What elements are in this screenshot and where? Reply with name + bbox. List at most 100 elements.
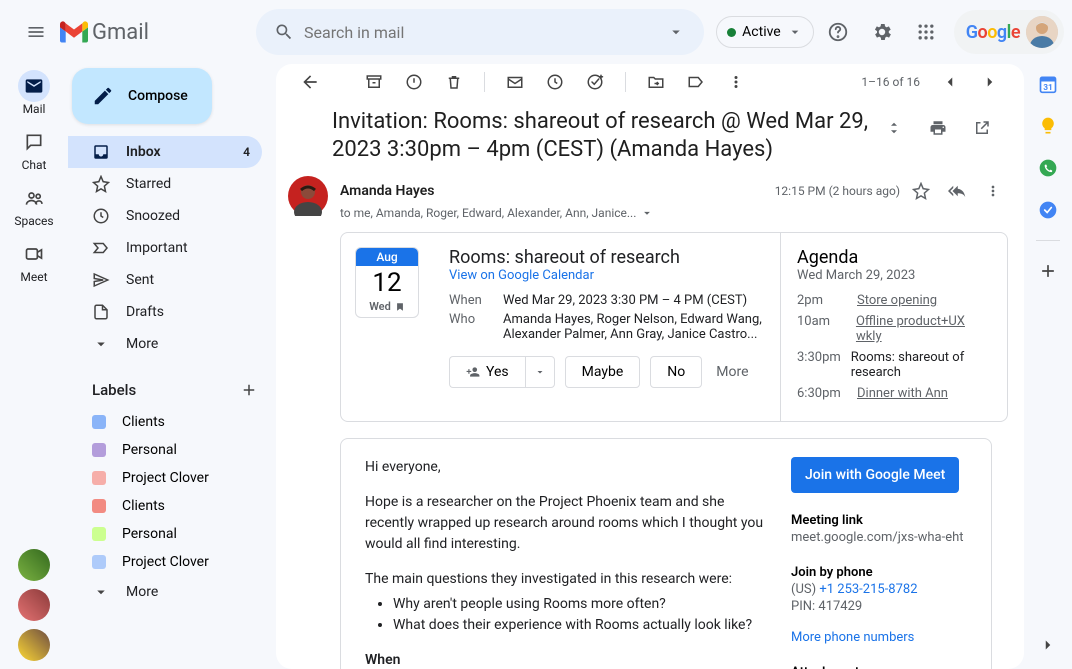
agenda-entry[interactable]: Offline product+UX wkly [856,314,991,344]
snooze-button[interactable] [537,64,573,100]
more-vert-icon [727,73,745,91]
star-icon [912,182,930,200]
delete-button[interactable] [436,64,472,100]
back-button[interactable] [292,64,328,100]
more-phone-link[interactable]: More phone numbers [791,630,975,645]
support-button[interactable] [818,12,858,52]
status-label: Active [742,24,781,40]
search-bar[interactable] [256,9,704,55]
search-input[interactable] [304,23,656,42]
label-item[interactable]: Project Clover [68,548,276,576]
move-button[interactable] [638,64,674,100]
print-icon [929,119,947,137]
main-menu-button[interactable] [16,12,56,52]
nav-sent[interactable]: Sent [68,264,262,296]
star-icon [92,175,110,193]
gmail-logo[interactable]: Gmail [60,20,256,45]
join-meet-button[interactable]: Join with Google Meet [791,457,959,493]
next-page-button[interactable] [972,64,1008,100]
join-phone-label: Join by phone [791,565,975,580]
hide-sidepanel-button[interactable] [1036,633,1060,657]
presence-avatar-3[interactable] [18,629,50,661]
compose-button[interactable]: Compose [72,68,212,124]
popout-button[interactable] [964,110,1000,146]
status-dot-icon [727,28,736,37]
clock-icon [92,207,110,225]
calendar-addon[interactable]: 31 [1036,72,1060,96]
caret-down-icon[interactable] [640,206,654,220]
presence-avatar-2[interactable] [18,589,50,621]
print-button[interactable] [920,110,956,146]
nav-more[interactable]: More [68,328,262,360]
rsvp-more[interactable]: More [716,364,748,380]
rsvp-maybe-button[interactable]: Maybe [565,356,641,388]
keep-addon[interactable] [1036,114,1060,138]
label-item[interactable]: Clients [68,492,276,520]
unfold-icon [885,119,903,137]
attachments-label: Attachments [791,665,975,669]
arrow-left-icon [300,72,320,92]
settings-button[interactable] [862,12,902,52]
meeting-link[interactable]: meet.google.com/jxs-wha-eht [791,530,975,545]
status-chip[interactable]: Active [716,16,814,48]
rail-spaces[interactable]: Spaces [0,180,68,230]
agenda-entry[interactable]: Dinner with Ann [857,386,948,401]
add-label-button[interactable] [240,381,258,399]
phone-pin: PIN: 417429 [791,599,975,614]
search-icon[interactable] [264,12,304,52]
drafts-icon [92,303,110,321]
message-more-button[interactable] [978,176,1008,206]
event-who: Amanda Hayes, Roger Nelson, Edward Wang,… [503,312,764,342]
email-subject: Invitation: Rooms: shareout of research … [332,108,876,164]
presence-avatar-1[interactable] [18,549,50,581]
more-vert-icon [985,183,1001,199]
nav-inbox[interactable]: Inbox 4 [68,136,262,168]
phone-number[interactable]: +1 253-215-8782 [819,582,917,597]
expand-collapse-button[interactable] [876,110,912,146]
star-message-button[interactable] [906,176,936,206]
archive-button[interactable] [356,64,392,100]
agenda-date: Wed March 29, 2023 [797,268,991,283]
tasks-icon [1038,200,1058,220]
rsvp-no-button[interactable]: No [650,356,702,388]
tasks-addon[interactable] [1036,156,1060,180]
event-when: Wed Mar 29, 2023 3:30 PM – 4 PM (CEST) [503,293,764,308]
rsvp-yes-dropdown[interactable] [525,356,555,388]
nav-starred[interactable]: Starred [68,168,262,200]
prev-page-button[interactable] [932,64,968,100]
mark-unread-button[interactable] [497,64,533,100]
message-timestamp: 12:15 PM (2 hours ago) [775,184,900,198]
nav-important[interactable]: Important [68,232,262,264]
spam-button[interactable] [396,64,432,100]
google-account[interactable]: Google [954,10,1064,54]
more-actions-button[interactable] [718,64,754,100]
meet-icon [24,244,44,264]
nav-snoozed[interactable]: Snoozed [68,200,262,232]
rail-chat[interactable]: Chat [0,124,68,174]
label-item[interactable]: Clients [68,408,276,436]
rail-meet[interactable]: Meet [0,236,68,286]
rsvp-yes-button[interactable]: Yes [449,356,525,388]
contacts-addon[interactable] [1036,198,1060,222]
get-addons-button[interactable] [1036,259,1060,283]
add-task-button[interactable] [577,64,613,100]
apps-button[interactable] [906,12,946,52]
rail-mail[interactable]: Mail [0,68,68,118]
caret-down-icon [787,24,803,40]
nav-drafts[interactable]: Drafts [68,296,262,328]
page-counter: 1–16 of 16 [861,75,920,89]
labels-more[interactable]: More [68,576,262,608]
external-icon [973,119,991,137]
label-item[interactable]: Project Clover [68,464,276,492]
search-options-button[interactable] [656,12,696,52]
reply-all-button[interactable] [942,176,972,206]
label-item[interactable]: Personal [68,520,276,548]
account-avatar[interactable] [1026,16,1058,48]
reply-all-icon [948,182,966,200]
view-calendar-link[interactable]: View on Google Calendar [449,268,764,283]
sender-avatar[interactable] [288,176,328,216]
label-item[interactable]: Personal [68,436,276,464]
label-button[interactable] [678,64,714,100]
gmail-icon [60,21,88,43]
agenda-entry[interactable]: Store opening [857,293,937,308]
